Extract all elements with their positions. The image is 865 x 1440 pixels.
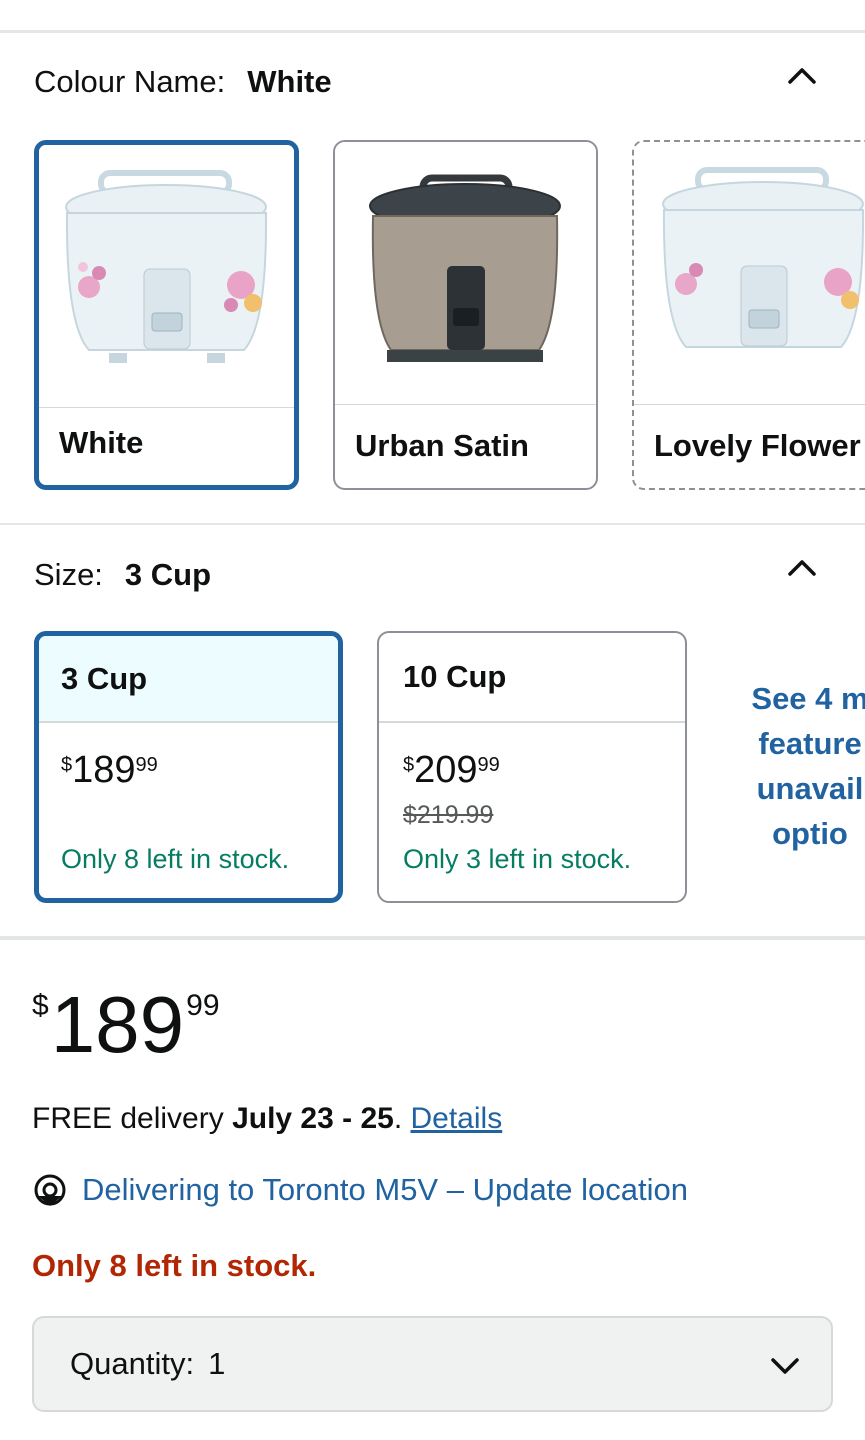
location-text: Delivering to Toronto M5V – Update locat… xyxy=(82,1172,688,1207)
price-currency: $ xyxy=(61,754,73,776)
size-label: Size: xyxy=(34,557,103,592)
size-option-stock: Only 3 left in stock. xyxy=(403,844,632,874)
delivery-location-link[interactable]: Delivering to Toronto M5V – Update locat… xyxy=(32,1172,688,1208)
colour-selected-value: White xyxy=(247,64,332,99)
size-option-stock: Only 8 left in stock. xyxy=(61,844,290,874)
location-pin-icon xyxy=(34,1174,66,1206)
size-option-price: $ 209 99 xyxy=(403,751,500,789)
size-option-10-cup[interactable]: 10 Cup $ 209 99 $219.99 Only 3 left in s… xyxy=(377,631,687,903)
see-more-options-clip: See 4 m feature unavail optio xyxy=(720,676,865,856)
stock-message: Only 8 left in stock. xyxy=(32,1248,317,1283)
colour-header: Colour Name: White xyxy=(34,64,332,100)
delivery-info: FREE delivery July 23 - 25. Details xyxy=(32,1102,502,1136)
size-selected-value: 3 Cup xyxy=(124,557,212,592)
quantity-value: 1 xyxy=(208,1346,226,1381)
colour-swatch-white[interactable]: White xyxy=(34,140,299,490)
delivery-suffix: . xyxy=(393,1102,411,1135)
chevron-up-icon[interactable] xyxy=(784,58,820,94)
size-option-price: $ 189 99 xyxy=(61,751,158,789)
colour-swatch-urban-satin[interactable]: Urban Satin xyxy=(333,140,598,490)
price-whole: 209 xyxy=(414,749,478,791)
section-divider xyxy=(0,523,865,525)
see-more-line: optio xyxy=(772,816,848,851)
see-more-line: unavail xyxy=(756,771,864,806)
price-currency: $ xyxy=(32,989,49,1022)
size-option-3-cup[interactable]: 3 Cup $ 189 99 Only 8 left in stock. xyxy=(34,631,343,903)
see-more-line: See 4 m xyxy=(751,681,865,716)
quantity-dropdown[interactable]: Quantity: 1 xyxy=(32,1316,833,1412)
rice-cooker-lovely-flower-image xyxy=(634,142,865,405)
price-whole: 189 xyxy=(72,749,136,791)
size-header: Size: 3 Cup xyxy=(34,557,211,593)
chevron-up-icon[interactable] xyxy=(784,550,820,586)
colour-swatch-label: Urban Satin xyxy=(355,428,529,463)
delivery-prefix: FREE delivery xyxy=(32,1102,233,1135)
rice-cooker-white-image xyxy=(39,145,294,408)
delivery-details-link[interactable]: Details xyxy=(411,1102,503,1135)
price-fraction: 99 xyxy=(135,754,158,776)
see-unavailable-options-link[interactable]: See 4 m feature unavail optio xyxy=(720,676,865,856)
section-divider xyxy=(0,936,865,940)
colour-swatch-label: Lovely Flower xyxy=(654,428,861,463)
price-fraction: 99 xyxy=(186,989,220,1022)
size-option-name: 10 Cup xyxy=(379,633,685,723)
price-fraction: 99 xyxy=(477,754,500,776)
see-more-line: feature xyxy=(758,726,862,761)
main-price: $ 189 99 xyxy=(32,985,220,1065)
colour-swatch-label: White xyxy=(59,425,144,460)
chevron-down-icon xyxy=(771,1358,799,1374)
size-option-list-price: $219.99 xyxy=(403,801,494,829)
colour-swatch-lovely-flower[interactable]: Lovely Flower xyxy=(632,140,865,490)
delivery-dates: July 23 - 25 xyxy=(232,1102,394,1135)
price-currency: $ xyxy=(403,754,415,776)
size-option-name: 3 Cup xyxy=(39,636,338,723)
rice-cooker-urban-satin-image xyxy=(335,142,596,405)
top-divider xyxy=(0,30,865,33)
quantity-label: Quantity: xyxy=(70,1346,195,1381)
price-whole: 189 xyxy=(50,980,185,1069)
colour-label: Colour Name: xyxy=(34,64,226,99)
